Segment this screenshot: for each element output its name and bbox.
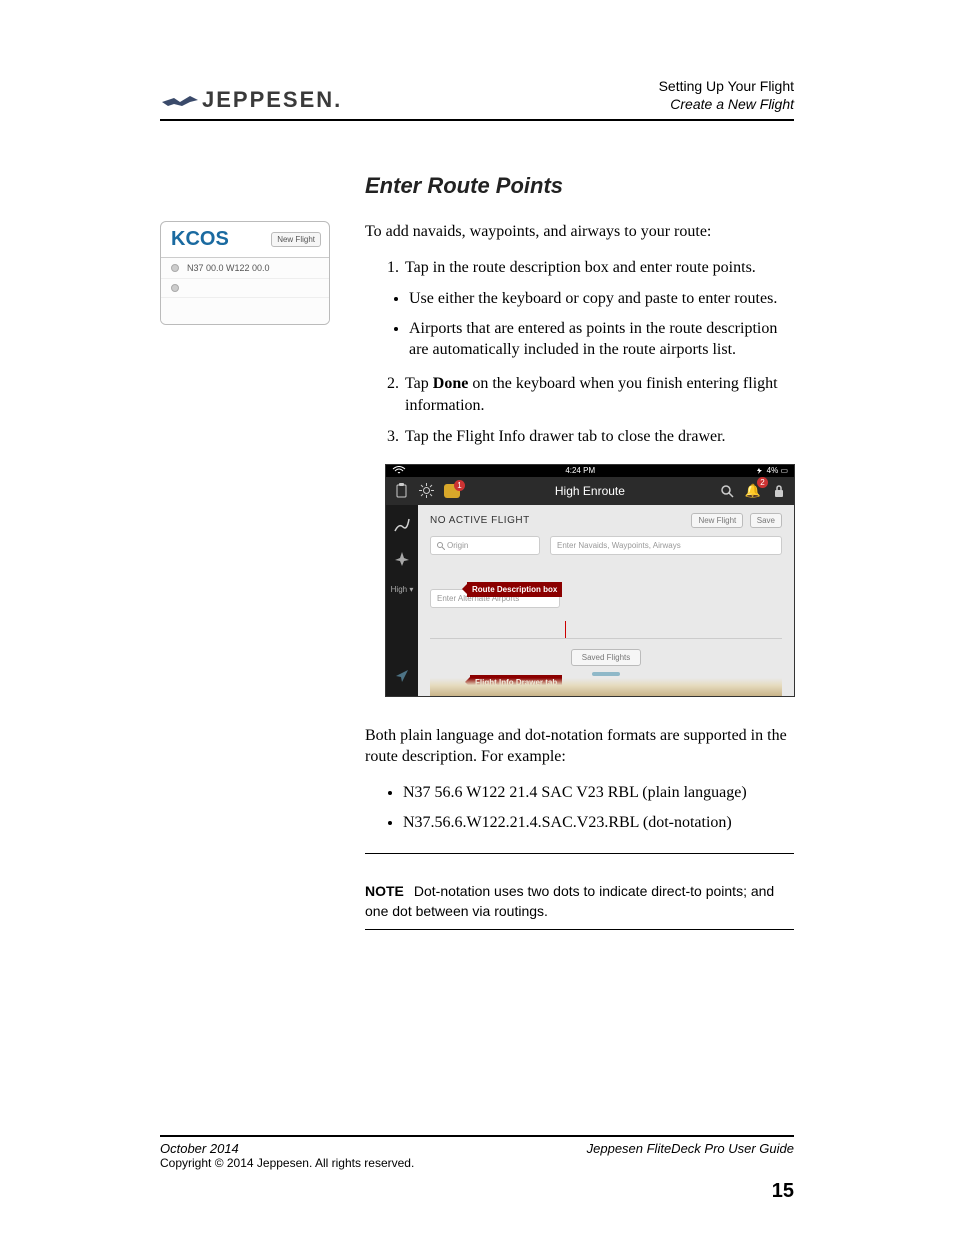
new-flight-button[interactable]: New Flight — [691, 513, 743, 528]
app-sidebar: High ▾ — [386, 505, 418, 696]
page-header: JEPPESEN. Setting Up Your Flight Create … — [160, 78, 794, 117]
section-title: Enter Route Points — [365, 173, 794, 199]
save-button[interactable]: Save — [750, 513, 782, 528]
app-title: High Enroute — [470, 484, 710, 498]
header-section: Setting Up Your Flight — [659, 78, 794, 96]
step-1-bullet-2: Airports that are entered as points in t… — [409, 318, 794, 361]
note-rule-top — [365, 853, 794, 854]
thumb-new-flight-button[interactable]: New Flight — [271, 232, 321, 247]
page-footer: October 2014 Jeppesen FliteDeck Pro User… — [160, 1133, 794, 1203]
step-2: Tap Done on the keyboard when you finish… — [403, 373, 794, 416]
waypoint-dot-icon — [171, 284, 179, 292]
page-number: 15 — [160, 1180, 794, 1203]
map-terrain — [430, 678, 782, 696]
footer-guide-title: Jeppesen FliteDeck Pro User Guide — [587, 1141, 794, 1156]
logo-text: JEPPESEN. — [202, 87, 342, 113]
example-dot: N37.56.6.W122.21.4.SAC.V23.RBL (dot-nota… — [403, 812, 794, 834]
logo-bird-icon — [160, 90, 200, 110]
footer-copyright: Copyright © 2014 Jeppesen. All rights re… — [160, 1156, 794, 1170]
no-active-flight-label: NO ACTIVE FLIGHT — [430, 515, 530, 526]
note-rule-bottom — [365, 929, 794, 930]
status-bar: 4:24 PM 4% ▭ — [386, 465, 794, 477]
waypoint-dot-icon — [171, 264, 179, 272]
post-figure-text: Both plain language and dot-notation for… — [365, 725, 794, 768]
gear-icon[interactable] — [419, 483, 434, 498]
intro-text: To add navaids, waypoints, and airways t… — [365, 221, 794, 243]
callout-route-desc: Route Description box — [467, 582, 562, 597]
footer-rule — [160, 1135, 794, 1137]
example-plain: N37 56.6 W122 21.4 SAC V23 RBL (plain la… — [403, 782, 794, 804]
route-input[interactable]: Enter Navaids, Waypoints, Airways — [550, 536, 782, 555]
note-label: NOTE — [365, 883, 404, 899]
saved-flights-button[interactable]: Saved Flights — [571, 649, 641, 666]
footer-date: October 2014 — [160, 1141, 239, 1156]
route-icon[interactable] — [394, 517, 410, 533]
lock-icon[interactable] — [771, 483, 786, 498]
note-text: Dot-notation uses two dots to indicate d… — [365, 883, 774, 919]
step-1: Tap in the route description box and ent… — [403, 257, 794, 361]
side-high-label[interactable]: High ▾ — [391, 585, 414, 594]
text-cursor-indicator — [565, 621, 566, 639]
thumb-airport-code: KCOS — [171, 228, 229, 251]
bell-icon[interactable]: 🔔 — [745, 483, 761, 499]
thumb-waypoint-text: N37 00.0 W122 00.0 — [187, 263, 270, 273]
status-time: 4:24 PM — [565, 466, 595, 475]
origin-input[interactable]: Origin — [430, 536, 540, 555]
app-topbar: High Enroute 🔔 — [386, 477, 794, 505]
app-screenshot: 4:24 PM 4% ▭ High Enroute — [385, 464, 795, 697]
drawer-tab-handle[interactable] — [592, 672, 620, 676]
header-subsection: Create a New Flight — [659, 96, 794, 114]
alert-badge-icon[interactable] — [444, 484, 460, 498]
note-box: NOTEDot-notation uses two dots to indica… — [365, 874, 794, 929]
app-main-pane: NO ACTIVE FLIGHT New Flight Save Origin … — [418, 505, 794, 696]
status-battery: 4% ▭ — [754, 466, 788, 475]
logo: JEPPESEN. — [160, 87, 342, 113]
thumbnail-panel: KCOS New Flight N37 00.0 W122 00.0 — [160, 221, 330, 325]
header-context: Setting Up Your Flight Create a New Flig… — [659, 78, 794, 113]
clipboard-icon[interactable] — [394, 483, 409, 498]
wifi-icon — [392, 466, 406, 476]
step-3: Tap the Flight Info drawer tab to close … — [403, 426, 794, 448]
location-icon[interactable] — [394, 668, 410, 684]
step-1-bullet-1: Use either the keyboard or copy and past… — [409, 288, 794, 310]
header-rule — [160, 119, 794, 121]
search-icon[interactable] — [720, 483, 735, 498]
plane-icon[interactable] — [394, 551, 410, 567]
